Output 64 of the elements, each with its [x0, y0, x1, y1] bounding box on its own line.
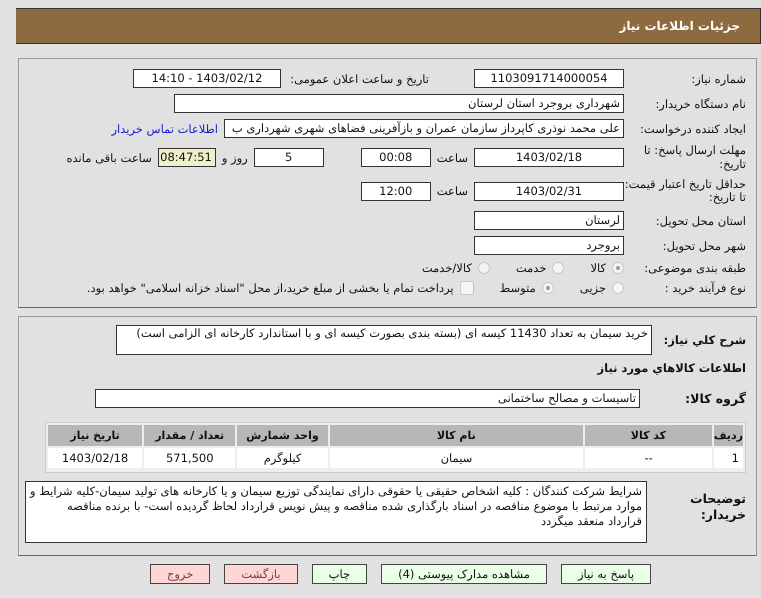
announce-date-field: 1403/02/12 - 14:10 — [133, 69, 281, 88]
table-cell: کیلوگرم — [237, 448, 328, 468]
column-header: تعداد / مقدار — [144, 425, 236, 446]
action-button[interactable]: پاسخ به نیاز — [560, 564, 652, 584]
days-field: 5 — [254, 148, 324, 168]
field-label: تاریخ و ساعت اعلان عمومی: — [289, 72, 429, 86]
radio-label: متوسط — [500, 281, 536, 296]
contact-link[interactable]: اطلاعات تماس خریدار — [111, 122, 218, 136]
table-cell: -- — [585, 448, 712, 468]
action-button[interactable]: خروج — [150, 564, 210, 584]
field-label: استان محل تحویل: — [654, 214, 746, 228]
need-number-field: 1103091714000054 — [474, 69, 624, 88]
action-button[interactable]: مشاهده مدارک پیوستی (4) — [381, 564, 547, 584]
field-label: حداقل تاریخ اعتبار قیمت: تا تاریخ: — [624, 178, 746, 206]
table-cell: 1403/02/18 — [48, 448, 142, 468]
radio-button[interactable] — [478, 262, 490, 274]
field-label: نام دستگاه خریدار: — [654, 96, 746, 110]
deadline-time-field: 00:08 — [360, 148, 431, 168]
field-label: شهر محل تحویل: — [662, 238, 746, 253]
deadline-date-field: 1403/02/18 — [474, 148, 624, 168]
table-cell: 1 — [714, 448, 743, 468]
column-header: ردیف — [714, 425, 743, 446]
section-title: اطلاعات كالاهاي مورد نياز — [598, 361, 746, 376]
checkbox-label: پرداخت تمام یا بخشی از مبلغ خرید،از محل "اسناد خزانه اسلامی" خواهد بود. — [86, 281, 454, 296]
days-label: روز و — [222, 150, 248, 165]
time-label: ساعت — [436, 150, 468, 165]
validity-time-field: 12:00 — [360, 182, 431, 201]
field-label: توضیحات خریدار: — [689, 491, 746, 524]
notes-field: شرایط شرکت کنندگان : کلیه اشخاص حقیقی یا حقوقی دارای نمایندگی توزیع سیمان و یا کارخانه های تولید سیمان-کلیه شرایط و موارد مرتبط با موضوع مناقصه در اسناد بارگذاری شده مناقصه و پیش نویس قرارداد لحاظ گردیده است- با برنده مناقصه قرارداد منعقد میگردد — [25, 481, 647, 544]
field-label: طبقه بندی موضوعی: — [643, 261, 746, 276]
field-label: شرح كلي نياز: — [662, 333, 746, 348]
column-header: نام کالا — [330, 425, 584, 446]
description-field: خرید سیمان به تعداد 11430 کیسه ای (بسته بندی بصورت کیسه ای و با استاندارد کارخانه ای الزامی است) — [116, 325, 652, 356]
radio-button[interactable] — [612, 282, 624, 294]
column-header: تاریخ نیاز — [48, 425, 142, 446]
field-label: ایجاد کننده درخواست: — [639, 122, 746, 136]
radio-button[interactable] — [542, 282, 554, 294]
radio-label: کالا — [590, 261, 606, 276]
action-button[interactable]: چاپ — [312, 564, 368, 584]
table-cell: سیمان — [330, 448, 584, 468]
radio-label: کالا/خدمت — [422, 261, 472, 276]
radio-button[interactable] — [552, 262, 564, 274]
remaining-label: ساعت باقی مانده — [66, 150, 152, 165]
table-cell: 571,500 — [144, 448, 236, 468]
buyer-field: شهرداری بروجرد استان لرستان — [174, 94, 624, 113]
column-header: کد کالا — [585, 425, 712, 446]
radio-label: جزیی — [580, 281, 606, 296]
page-title: جزئیات اطلاعات نیاز — [619, 19, 740, 33]
validity-date-field: 1403/02/31 — [474, 182, 624, 201]
radio-button[interactable] — [612, 262, 624, 274]
creator-field: علی محمد نوذری کاپرداز سازمان عمران و بازآفرینی فضاهای شهری شهرداری ب — [224, 119, 624, 138]
field-label: گروه کالا: — [684, 391, 746, 406]
province-field: لرستان — [474, 211, 624, 230]
city-field: بروجرد — [474, 236, 624, 256]
goods-group-field: تاسیسات و مصالح ساختمانی — [95, 389, 640, 408]
field-label: مهلت ارسال پاسخ: تا تاریخ: — [642, 144, 746, 172]
checkbox[interactable] — [460, 281, 474, 296]
radio-label: خدمت — [516, 261, 546, 276]
time-label: ساعت — [436, 184, 468, 198]
field-label: نوع فرآیند خرید : — [664, 281, 746, 296]
column-header: واحد شمارش — [237, 425, 328, 446]
field-label: شماره نیاز: — [690, 72, 746, 86]
action-button[interactable]: بازگشت — [224, 564, 298, 584]
remaining-time-field: 08:47:51 — [158, 148, 216, 168]
